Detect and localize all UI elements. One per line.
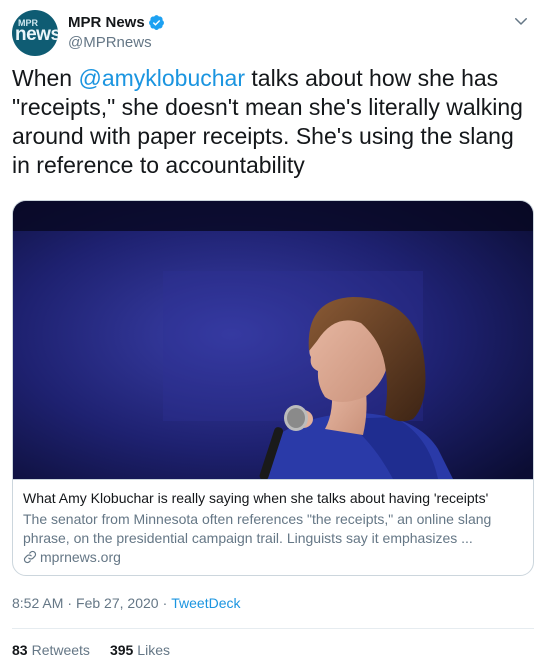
card-description: The senator from Minnesota often referen… [23, 511, 492, 546]
meta-separator: · [67, 595, 73, 611]
mention-link[interactable]: @amyklobuchar [78, 65, 245, 91]
retweets-stat[interactable]: 83 Retweets [12, 642, 90, 658]
name-row: MPR News [68, 13, 165, 32]
tweet-text-before: When [12, 65, 79, 91]
tweet-text: When @amyklobuchar talks about how she h… [12, 64, 532, 180]
likes-label: Likes [137, 642, 170, 658]
likes-stat[interactable]: 395 Likes [110, 642, 170, 658]
tweet-time[interactable]: 8:52 AM [12, 595, 63, 611]
chevron-down-icon[interactable] [512, 12, 530, 30]
retweets-count: 83 [12, 642, 28, 658]
card-body: What Amy Klobuchar is really saying when… [13, 479, 533, 575]
tweet-header: MPR news MPR News @MPRnews [12, 10, 534, 56]
avatar-main-text: news [15, 24, 58, 45]
link-icon [23, 550, 37, 564]
tweet-source[interactable]: TweetDeck [171, 595, 240, 611]
display-name[interactable]: MPR News [68, 14, 145, 31]
author-block: MPR News @MPRnews [68, 13, 165, 51]
likes-count: 395 [109, 642, 134, 658]
meta-separator-2: · [162, 595, 168, 611]
card-domain: mprnews.org [40, 549, 121, 565]
card-link[interactable]: mprnews.org [23, 549, 523, 565]
link-card[interactable]: What Amy Klobuchar is really saying when… [12, 200, 534, 576]
avatar[interactable]: MPR news [12, 10, 58, 56]
tweet-meta: 8:52 AM · Feb 27, 2020 · TweetDeck [12, 595, 240, 611]
handle[interactable]: @MPRnews [68, 34, 165, 51]
card-image [13, 201, 533, 479]
card-title[interactable]: What Amy Klobuchar is really saying when… [23, 489, 523, 508]
divider [12, 628, 534, 629]
tweet-date[interactable]: Feb 27, 2020 [76, 595, 159, 611]
tweet-stats: 83 Retweets 395 Likes [12, 642, 190, 658]
retweets-label: Retweets [31, 642, 90, 658]
verified-badge-icon [148, 15, 164, 30]
